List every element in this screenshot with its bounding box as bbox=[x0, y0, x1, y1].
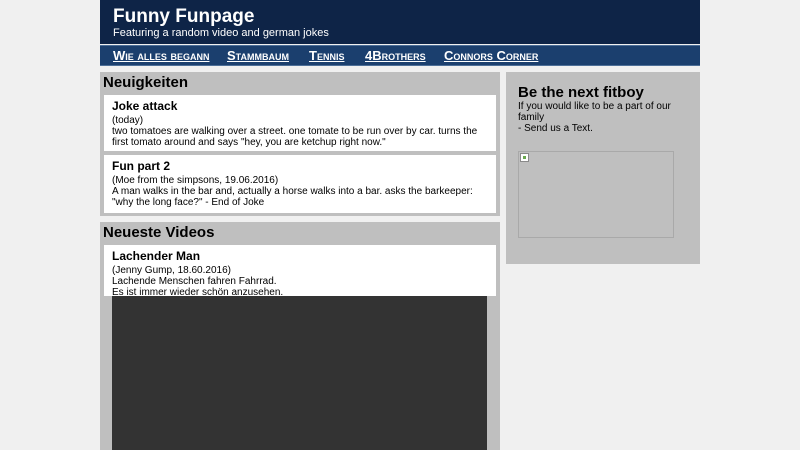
nav-link-tennis[interactable]: Tennis bbox=[309, 48, 344, 64]
sidebar-cta: - Send us a Text. bbox=[518, 123, 593, 134]
site-subtitle: Featuring a random video and german joke… bbox=[113, 27, 329, 39]
sidebar-text: If you would like to be a part of our fa… bbox=[518, 101, 688, 134]
broken-image-icon bbox=[520, 153, 529, 162]
nav-link-wie-alles-begann[interactable]: Wie alles begann bbox=[113, 48, 210, 64]
sidebar-panel: Be the next fitboy If you would like to … bbox=[506, 72, 700, 264]
news-item-text: A man walks in the bar and, actually a h… bbox=[112, 186, 473, 208]
site-header: Funny Funpage Featuring a random video a… bbox=[100, 0, 700, 44]
news-item-title: Joke attack bbox=[112, 99, 178, 113]
videos-heading: Neueste Videos bbox=[103, 224, 215, 241]
news-item: Fun part 2 (Moe from the simpsons, 19.06… bbox=[104, 155, 496, 213]
video-item: Lachender Man (Jenny Gump, 18.60.2016) L… bbox=[104, 245, 496, 298]
news-heading: Neuigkeiten bbox=[103, 74, 189, 91]
nav-link-connors-corner[interactable]: Connors Corner bbox=[444, 48, 538, 64]
video-item-description: Lachende Menschen fahren Fahrrad. bbox=[112, 276, 277, 287]
nav-link-4brothers[interactable]: 4Brothers bbox=[365, 48, 426, 64]
video-player[interactable] bbox=[112, 296, 487, 450]
news-item-meta: (today) bbox=[112, 115, 144, 126]
sidebar-heading: Be the next fitboy bbox=[518, 84, 644, 101]
page: Funny Funpage Featuring a random video a… bbox=[100, 0, 700, 450]
sidebar-image bbox=[518, 151, 674, 238]
sidebar-invite: If you would like to be a part of our fa… bbox=[518, 101, 671, 123]
news-item: Joke attack (today) two tomatoes are wal… bbox=[104, 95, 496, 151]
news-item-meta: (Moe from the simpsons, 19.06.2016) bbox=[112, 175, 279, 186]
news-item-title: Fun part 2 bbox=[112, 159, 171, 173]
video-item-title: Lachender Man bbox=[112, 249, 201, 263]
site-title: Funny Funpage bbox=[113, 6, 255, 27]
nav-link-stammbaum[interactable]: Stammbaum bbox=[227, 48, 289, 64]
main-nav: Wie alles begann Stammbaum Tennis 4Broth… bbox=[100, 45, 700, 66]
news-item-text: two tomatoes are walking over a street. … bbox=[112, 126, 478, 148]
news-panel: Neuigkeiten Joke attack (today) two toma… bbox=[100, 72, 500, 216]
video-item-meta: (Jenny Gump, 18.60.2016) bbox=[112, 265, 231, 276]
